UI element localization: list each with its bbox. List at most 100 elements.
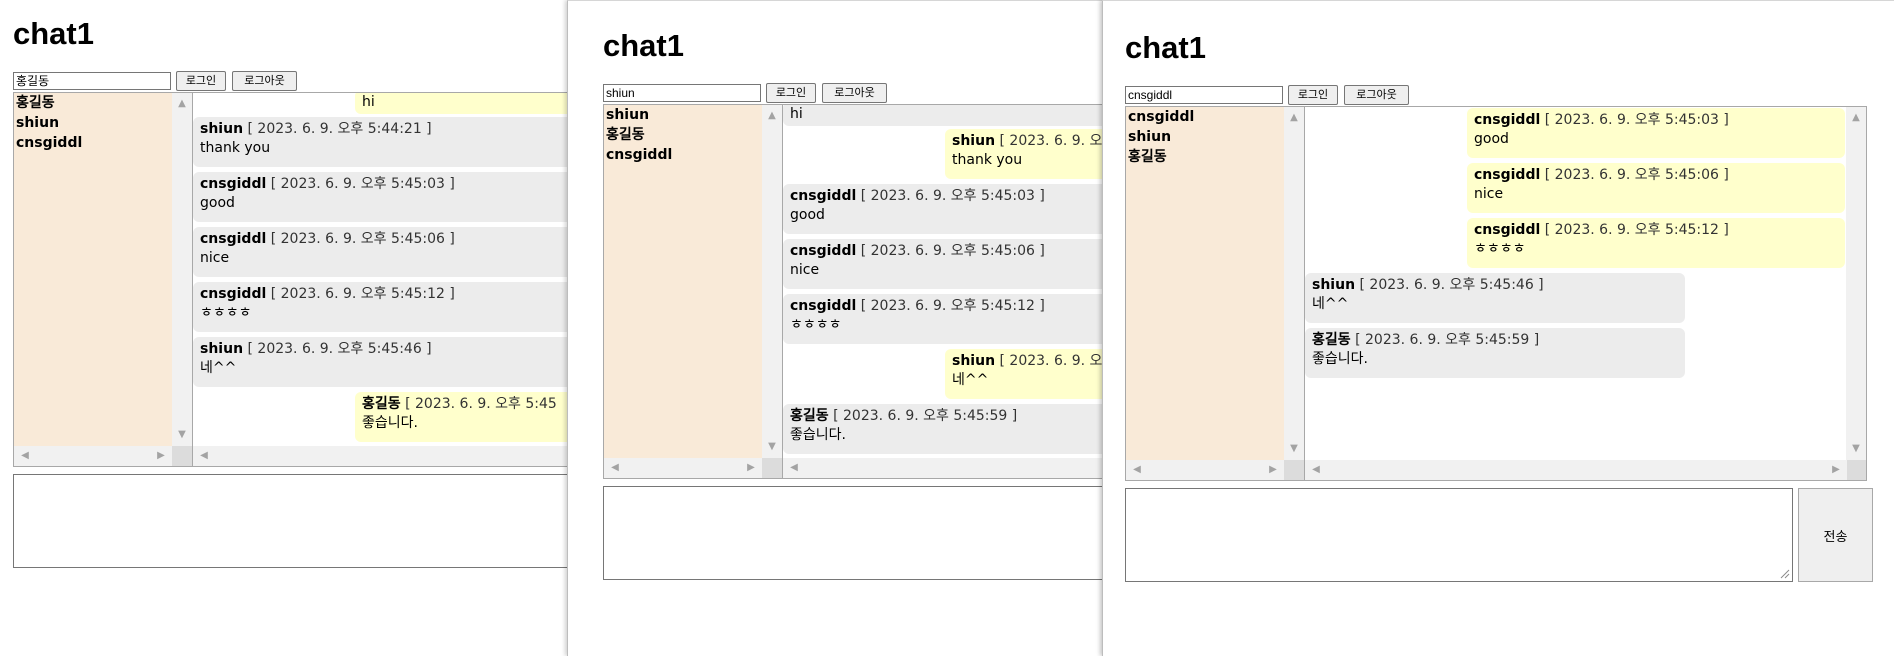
message-list: hi shiun [ 2023. 6. 9. 오후 5:44:21 ] than…: [193, 92, 568, 467]
message-bubble: cnsgiddl [ 2023. 6. 9. 오후 5:45:03 ] good: [783, 184, 1104, 234]
username-input[interactable]: [13, 72, 171, 90]
logout-button[interactable]: 로그아웃: [1344, 85, 1409, 105]
message-text: 네^^: [200, 360, 237, 376]
login-button[interactable]: 로그인: [176, 71, 226, 91]
user-list-vertical-scrollbar[interactable]: ▲ ▼: [172, 93, 192, 448]
message-text: good: [200, 195, 235, 211]
message-sender: cnsgiddl: [1474, 167, 1541, 183]
scroll-left-icon[interactable]: ◀: [610, 463, 620, 473]
message-time: [ 2023. 6. 9. 오후 5:45:59 ]: [1355, 332, 1540, 348]
user-list-item[interactable]: shiun: [14, 113, 192, 133]
user-list-item[interactable]: 홍길동: [14, 93, 192, 113]
logout-button[interactable]: 로그아웃: [822, 83, 887, 103]
message-text: thank you: [952, 152, 1023, 168]
message-sender: cnsgiddl: [200, 231, 267, 247]
scroll-up-icon[interactable]: ▲: [1851, 113, 1861, 123]
scroll-up-icon[interactable]: ▲: [1289, 113, 1299, 123]
logout-button[interactable]: 로그아웃: [232, 71, 297, 91]
message-text: good: [1474, 131, 1509, 147]
login-button[interactable]: 로그인: [1288, 85, 1338, 105]
message-text: 좋습니다.: [1312, 351, 1368, 367]
message-list-horizontal-scrollbar[interactable]: ◀: [783, 458, 1104, 478]
message-sender: 홍길동: [790, 408, 829, 424]
scroll-right-icon[interactable]: ▶: [156, 451, 166, 461]
message-sender: shiun: [952, 353, 996, 369]
username-input[interactable]: [603, 84, 761, 102]
user-list-item[interactable]: cnsgiddl: [604, 145, 782, 165]
user-list-vertical-scrollbar[interactable]: ▲ ▼: [762, 105, 782, 460]
message-list-vertical-scrollbar[interactable]: ▲ ▼: [1846, 107, 1866, 462]
scrollbar-corner: [1284, 460, 1304, 480]
user-list-vertical-scrollbar[interactable]: ▲ ▼: [1284, 107, 1304, 462]
message-bubble: cnsgiddl [ 2023. 6. 9. 오후 5:45:12 ] ㅎㅎㅎㅎ: [783, 294, 1104, 344]
message-text: hi: [362, 94, 375, 110]
message-textarea[interactable]: [1125, 488, 1793, 582]
message-time: [ 2023. 6. 9. 오후 5:45:12 ]: [860, 298, 1045, 314]
scroll-right-icon[interactable]: ▶: [1268, 465, 1278, 475]
send-button[interactable]: 전송: [1798, 488, 1873, 582]
user-list-horizontal-scrollbar[interactable]: ◀ ▶: [14, 446, 172, 466]
message-text: thank you: [200, 140, 271, 156]
message-time: [ 2023. 6. 9. 오후 5:45:03 ]: [1544, 112, 1729, 128]
message-sender: cnsgiddl: [1474, 222, 1541, 238]
login-button[interactable]: 로그인: [766, 83, 816, 103]
scroll-left-icon[interactable]: ◀: [1311, 465, 1321, 475]
scroll-right-icon[interactable]: ▶: [1831, 465, 1841, 475]
scroll-left-icon[interactable]: ◀: [20, 451, 30, 461]
message-time: [ 2023. 6. 9. 오후 5:45:59 ]: [833, 408, 1018, 424]
username-input[interactable]: [1125, 86, 1283, 104]
message-bubble: hi: [355, 93, 568, 114]
message-text: 좋습니다.: [790, 427, 846, 443]
message-sender: shiun: [952, 133, 996, 149]
message-bubble: hi: [783, 105, 1104, 126]
message-bubble: shiun [ 2023. 6. 9. 오후 5:44:21 ] thank y…: [193, 117, 568, 167]
message-time: [ 2023. 6. 9. 오후 5:45:12 ]: [270, 286, 455, 302]
message-bubble: 홍길동 [ 2023. 6. 9. 오후 5:45 좋습니다.: [355, 392, 568, 442]
message-time: [ 2023. 6. 9. 오후 5:45:06 ]: [270, 231, 455, 247]
message-time: [ 2023. 6. 9. 오: [999, 353, 1103, 369]
message-bubble: 홍길동 [ 2023. 6. 9. 오후 5:45:59 ] 좋습니다.: [783, 404, 1104, 454]
scroll-right-icon[interactable]: ▶: [746, 463, 756, 473]
user-list-item[interactable]: 홍길동: [1126, 147, 1304, 167]
message-time: [ 2023. 6. 9. 오후 5:44:21 ]: [247, 121, 432, 137]
scroll-left-icon[interactable]: ◀: [789, 463, 799, 473]
message-bubble: shiun [ 2023. 6. 9. 오 네^^: [945, 349, 1104, 399]
user-list-item[interactable]: shiun: [1126, 127, 1304, 147]
message-list-horizontal-scrollbar[interactable]: ◀ ▶: [1305, 460, 1847, 480]
user-list-item[interactable]: 홍길동: [604, 125, 782, 145]
user-list-item[interactable]: cnsgiddl: [14, 133, 192, 153]
message-bubble: cnsgiddl [ 2023. 6. 9. 오후 5:45:03 ] good: [1467, 108, 1845, 158]
user-list-item[interactable]: cnsgiddl: [1126, 107, 1304, 127]
message-sender: cnsgiddl: [790, 188, 857, 204]
user-list: 홍길동 shiun cnsgiddl ▲ ▼ ◀ ▶: [13, 92, 193, 467]
scroll-down-icon[interactable]: ▼: [177, 430, 187, 440]
user-list-horizontal-scrollbar[interactable]: ◀ ▶: [1126, 460, 1284, 480]
page-title: chat1: [603, 28, 684, 63]
scroll-down-icon[interactable]: ▼: [1851, 444, 1861, 454]
message-sender: 홍길동: [362, 396, 401, 412]
page-title: chat1: [13, 16, 94, 51]
user-list-horizontal-scrollbar[interactable]: ◀ ▶: [604, 458, 762, 478]
scroll-up-icon[interactable]: ▲: [177, 99, 187, 109]
message-list-horizontal-scrollbar[interactable]: ◀: [193, 446, 568, 466]
scroll-up-icon[interactable]: ▲: [767, 111, 777, 121]
scroll-down-icon[interactable]: ▼: [1289, 444, 1299, 454]
message-text: nice: [790, 262, 820, 278]
resize-grip-icon[interactable]: [1780, 569, 1790, 579]
message-time: [ 2023. 6. 9. 오후 5:45:46 ]: [247, 341, 432, 357]
message-text: ㅎㅎㅎㅎ: [1474, 241, 1526, 257]
message-bubble: 홍길동 [ 2023. 6. 9. 오후 5:45:59 ] 좋습니다.: [1305, 328, 1685, 378]
message-sender: shiun: [1312, 277, 1356, 293]
message-time: [ 2023. 6. 9. 오후 5:45: [405, 396, 557, 412]
scroll-left-icon[interactable]: ◀: [199, 451, 209, 461]
message-textarea[interactable]: [603, 486, 1104, 580]
scrollbar-corner: [1847, 460, 1866, 480]
chat-window-2: chat1 로그인 로그아웃 shiun 홍길동 cnsgiddl ▲ ▼ ◀ …: [567, 0, 1104, 656]
scroll-down-icon[interactable]: ▼: [767, 442, 777, 452]
scroll-left-icon[interactable]: ◀: [1132, 465, 1142, 475]
message-sender: shiun: [200, 341, 244, 357]
message-bubble: cnsgiddl [ 2023. 6. 9. 오후 5:45:06 ] nice: [1467, 163, 1845, 213]
message-bubble: cnsgiddl [ 2023. 6. 9. 오후 5:45:12 ] ㅎㅎㅎㅎ: [193, 282, 568, 332]
user-list-item[interactable]: shiun: [604, 105, 782, 125]
message-textarea[interactable]: [13, 474, 568, 568]
